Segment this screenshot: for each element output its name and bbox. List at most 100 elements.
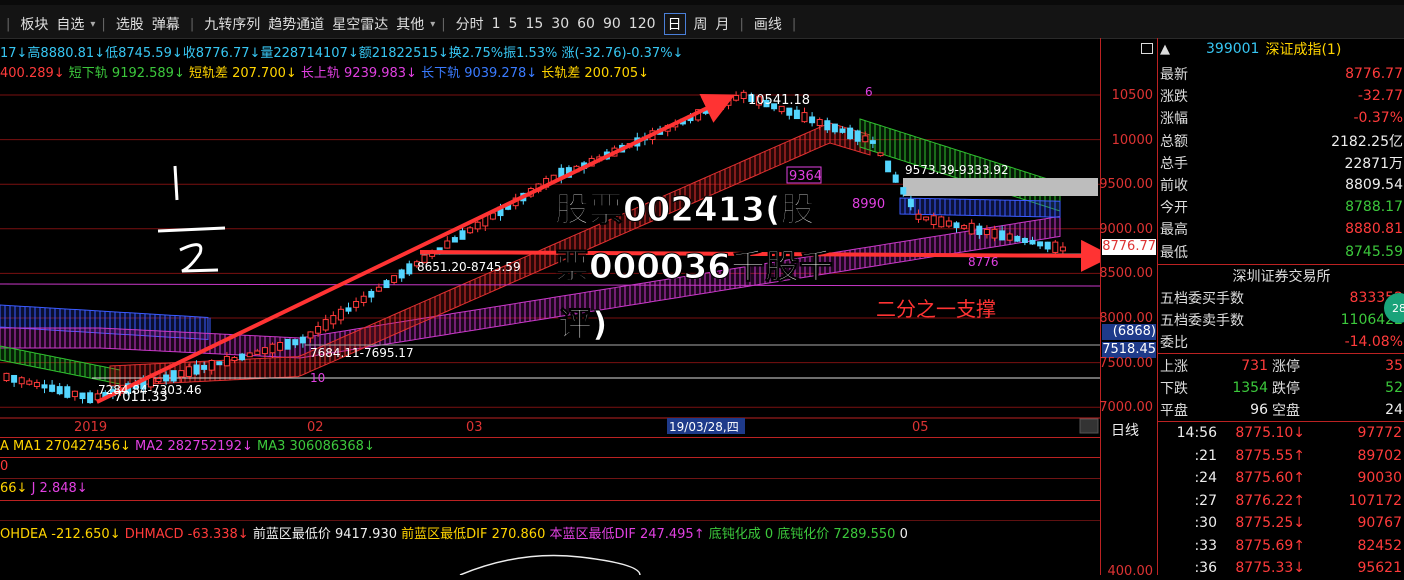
date-tick: 03 — [466, 420, 483, 435]
candle-body — [56, 386, 63, 395]
quote-value: 8776.77 — [1345, 66, 1403, 82]
toolbar-separator: | — [739, 16, 744, 32]
candle-body — [1044, 241, 1051, 250]
axis-tick: 10000 — [1111, 133, 1153, 148]
toolbar-item[interactable]: 星空雷达 — [332, 14, 388, 34]
candle-body — [79, 392, 86, 400]
magenta-band — [0, 215, 1061, 359]
resistance-box — [903, 178, 1098, 196]
toolbar-item[interactable]: 板块 — [20, 14, 48, 34]
toolbar-item[interactable]: 其他 — [396, 14, 424, 34]
candle-body — [330, 315, 337, 325]
breadth-value: 24 — [1385, 402, 1403, 419]
breadth-key: 上涨 — [1160, 359, 1188, 375]
period-tab[interactable]: 分时 — [456, 14, 484, 34]
tick-price: 8775.33↓ — [1235, 560, 1305, 577]
candle-body — [368, 290, 375, 298]
tick-price: 8775.25↓ — [1235, 515, 1305, 532]
info-part: 长下轨 9039.278↓ — [416, 66, 538, 81]
period-tab[interactable]: 60 — [577, 16, 595, 32]
toolbar-top-strip — [0, 0, 1404, 5]
toolbar-item[interactable]: 九转序列 — [204, 14, 260, 34]
divider — [0, 457, 1100, 458]
candle-body — [999, 230, 1006, 241]
candle-body — [740, 91, 747, 99]
toolbar: | 板块 自选 ▾ | 选股 弹幕 | 九转序列 趋势通道 星空雷达 其他 ▾ | 分时 1 5 15 30 60 90… — [0, 0, 1404, 39]
candle-body — [1021, 237, 1028, 243]
kline-chart[interactable]: 10541.18 6 9364 9573.39-9333.92 8990 8651.20-… — [0, 38, 1100, 438]
tick-price: 8775.69↑ — [1235, 537, 1305, 554]
tick-price: 8775.10↓ — [1235, 425, 1305, 442]
range-7684: 7684.11-7695.17 — [310, 346, 414, 360]
candle-body — [793, 109, 800, 120]
toolbar-item[interactable]: 自选 — [56, 14, 84, 34]
period-tab[interactable]: 15 — [525, 16, 543, 32]
info-part: 66↓ — [0, 481, 28, 496]
period-tab[interactable]: 周 — [694, 14, 708, 34]
maximize-icon[interactable] — [1141, 43, 1153, 54]
period-tab[interactable]: 1 — [492, 16, 501, 32]
tick-volume: 89702 — [1357, 447, 1402, 464]
candle-body — [1029, 239, 1036, 245]
toolbar-item[interactable]: 弹幕 — [152, 14, 180, 34]
info-part: 400.289↓ — [0, 66, 65, 81]
period-tab[interactable]: 月 — [716, 14, 730, 34]
tick-row: :30 8775.25↓ 90767 — [1157, 512, 1404, 535]
chevron-down-icon[interactable]: ▾ — [90, 19, 95, 30]
day-line-label[interactable]: 日线 — [1111, 420, 1139, 440]
candle-body — [451, 237, 458, 243]
candle-body — [337, 308, 344, 321]
period-tab[interactable]: 90 — [603, 16, 621, 32]
candle-body — [459, 230, 466, 240]
candle-body — [809, 116, 816, 124]
tick-price: 8775.55↑ — [1235, 447, 1305, 464]
period-tab[interactable]: 30 — [551, 16, 569, 32]
candle-body — [983, 228, 990, 236]
index-code: 399001 — [1206, 41, 1260, 57]
candle-body — [223, 355, 230, 367]
toolbar-item[interactable]: 选股 — [116, 14, 144, 34]
breadth-key: 空盘 — [1272, 403, 1300, 420]
toolbar-item[interactable]: 趋势通道 — [268, 14, 324, 34]
candle-body — [307, 331, 314, 339]
candle-body — [87, 392, 94, 404]
period-tab[interactable]: 120 — [629, 16, 656, 32]
info-part: 底钝化成 0 — [704, 527, 774, 542]
info-part: OHDEA -212.650↓ — [0, 527, 121, 542]
toolbar-separator: | — [441, 16, 446, 32]
candle-body — [961, 225, 968, 229]
tick-volume: 90767 — [1357, 515, 1402, 532]
label-6: 6 — [865, 85, 873, 99]
order-key: 五档委卖手数 — [1160, 313, 1244, 330]
candle-body — [847, 127, 854, 140]
tick-time: :33 — [1194, 537, 1217, 554]
divider — [0, 437, 1100, 438]
info-part: 前蓝区最低DIF 270.860 — [397, 527, 546, 542]
order-row: 五档委卖手数 1106422 — [1160, 309, 1403, 331]
candle-body — [1059, 246, 1066, 252]
period-tab[interactable]: 日 — [663, 13, 686, 35]
candle-body — [178, 370, 185, 378]
chevron-down-icon[interactable]: ▾ — [430, 19, 435, 30]
watermark-line-2: 票000036千股千 — [555, 247, 833, 287]
label-8776: 8776 — [968, 255, 999, 269]
draw-line-button[interactable]: 画线 — [754, 14, 782, 34]
tick-row: :21 8775.55↑ 89702 — [1157, 445, 1404, 468]
candle-body — [299, 336, 306, 344]
warning-icon: ▲ — [1160, 41, 1170, 57]
divider — [1158, 264, 1404, 265]
candle-body — [353, 301, 360, 308]
kdj-info: 0 — [0, 459, 9, 474]
period-tab[interactable]: 5 — [509, 16, 518, 32]
date-cursor: 19/03/28,四 — [669, 420, 739, 434]
candle-body — [406, 263, 413, 275]
info-part: 短轨差 207.700↓ — [184, 66, 297, 81]
quote-row: 前收 8809.54 — [1160, 174, 1403, 196]
quote-value: -32.77 — [1357, 88, 1403, 105]
breadth-value: 35 — [1385, 358, 1403, 374]
axis-tick: 7500.00 — [1099, 356, 1153, 371]
order-key: 委比 — [1160, 335, 1188, 352]
breadth-key: 涨停 — [1272, 359, 1300, 375]
tick-table: 14:56 8775.10↓ 97772:21 8775.55↑ 89702:24 877… — [1157, 422, 1404, 580]
info-part: DHMACD -63.338↓ — [120, 527, 249, 542]
